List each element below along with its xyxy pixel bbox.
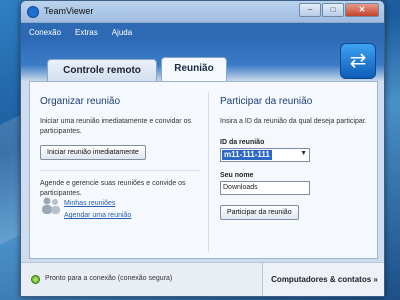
window-title: TeamViewer [44,6,94,16]
meeting-id-combobox[interactable]: m11-111-111 ▼ [220,148,310,162]
menu-ajuda[interactable]: Ajuda [112,28,132,37]
manage-meetings-desc: Agende e gerencie suas reuniões e convid… [40,180,186,197]
join-meeting-title: Participar da reunião [220,96,313,107]
column-divider [208,92,209,252]
menu-conexao[interactable]: Conexão [29,28,61,37]
organize-meeting-title: Organizar reunião [40,96,121,107]
join-meeting-section: Participar da reunião Insira a ID da reu… [220,96,370,220]
teamviewer-logo-icon: ⇄ [340,43,376,79]
meeting-id-value: m11-111-111 [222,150,272,160]
people-icon [42,197,60,214]
status-bar: Pronto para a conexão (conexão segura) C… [21,262,384,296]
my-meetings-link[interactable]: Minhas reuniões [64,200,131,207]
computers-contacts-button[interactable]: Computadores & contatos » [262,263,384,296]
schedule-meeting-link[interactable]: Agendar uma reunião [64,212,131,219]
window-controls: – □ ✕ [298,3,379,17]
menu-bar: Conexão Extras Ajuda [21,23,384,41]
your-name-label: Seu nome [220,172,254,179]
title-bar[interactable]: TeamViewer – □ ✕ [21,1,384,23]
maximize-button[interactable]: □ [322,3,344,17]
organize-meeting-desc: Iniciar uma reunião imediatamente e conv… [40,118,191,135]
meeting-links: Minhas reuniões Agendar uma reunião [64,200,131,224]
close-button[interactable]: ✕ [345,3,379,17]
menu-extras[interactable]: Extras [75,28,98,37]
join-meeting-desc: Insira a ID da reunião da qual deseja pa… [220,118,367,125]
your-name-field[interactable]: Downloads [220,181,310,195]
teamviewer-window: TeamViewer – □ ✕ Conexão Extras Ajuda Co… [20,0,385,297]
teamviewer-app-icon [27,6,39,18]
meeting-panel: Organizar reunião Iniciar uma reunião im… [29,81,378,259]
section-divider [40,170,200,171]
tab-reuniao[interactable]: Reunião [161,57,227,81]
tab-strip: Controle remoto Reunião ⇄ [21,41,384,81]
connection-status-icon [31,275,40,284]
join-meeting-button[interactable]: Participar da reunião [220,205,299,220]
meeting-id-label: ID da reunião [220,139,265,146]
chevron-down-icon[interactable]: ▼ [300,150,307,157]
tab-controle-remoto[interactable]: Controle remoto [47,59,157,81]
minimize-button[interactable]: – [299,3,321,17]
status-text: Pronto para a conexão (conexão segura) [45,275,173,282]
organize-meeting-section: Organizar reunião Iniciar uma reunião im… [40,96,200,219]
start-meeting-button[interactable]: Iniciar reunião imediatamente [40,145,146,160]
